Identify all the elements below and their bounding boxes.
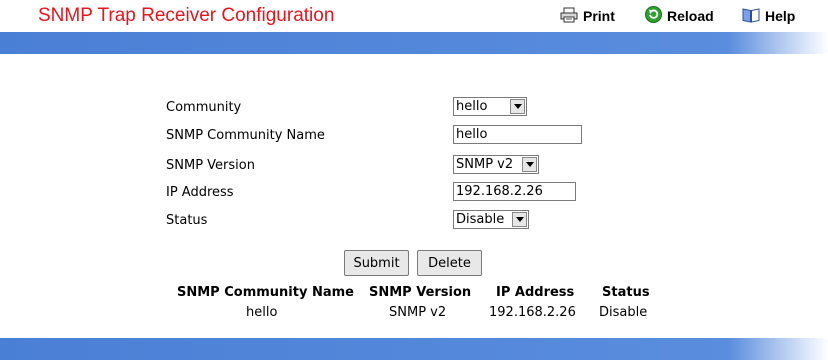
reload-label: Reload: [667, 8, 714, 24]
table-header-community-name: SNMP Community Name: [177, 285, 354, 300]
table-cell-snmp-version: SNMP v2: [389, 305, 447, 320]
table-cell-status: Disable: [599, 305, 648, 320]
status-label: Status: [166, 213, 208, 228]
community-select[interactable]: hello: [453, 97, 527, 116]
chevron-down-icon[interactable]: [522, 157, 537, 172]
ip-address-input[interactable]: [453, 182, 576, 201]
snmp-version-select[interactable]: SNMP v2: [453, 155, 539, 174]
snmp-version-select-value: SNMP v2: [456, 157, 514, 172]
community-label: Community: [166, 100, 242, 115]
footer-bar: [0, 338, 828, 360]
table-header-ip-address: IP Address: [496, 285, 575, 300]
help-label: Help: [765, 8, 796, 24]
print-label: Print: [583, 8, 615, 24]
table-cell-community-name: hello: [246, 305, 278, 320]
ip-address-label: IP Address: [166, 185, 234, 200]
community-name-label: SNMP Community Name: [166, 128, 325, 143]
table-cell-ip-address: 192.168.2.26: [489, 305, 576, 320]
printer-icon: [560, 7, 578, 26]
chevron-down-icon[interactable]: [512, 212, 527, 227]
table-header-status: Status: [602, 285, 650, 300]
status-select-value: Disable: [456, 212, 505, 227]
reload-icon: [645, 6, 662, 26]
help-book-icon: [742, 7, 760, 26]
print-link[interactable]: Print: [560, 7, 615, 25]
community-select-value: hello: [456, 99, 488, 114]
header-divider-bar: [0, 32, 828, 54]
header: SNMP Trap Receiver Configuration Print R…: [0, 0, 828, 32]
chevron-down-icon[interactable]: [510, 99, 525, 114]
reload-link[interactable]: Reload: [645, 6, 714, 26]
page-title: SNMP Trap Receiver Configuration: [38, 5, 335, 26]
help-link[interactable]: Help: [742, 7, 795, 25]
status-select[interactable]: Disable: [453, 210, 529, 229]
community-name-input[interactable]: [453, 125, 582, 144]
snmp-version-label: SNMP Version: [166, 158, 255, 173]
table-header-snmp-version: SNMP Version: [369, 285, 472, 300]
submit-button[interactable]: Submit: [344, 250, 409, 276]
delete-button[interactable]: Delete: [417, 250, 482, 276]
